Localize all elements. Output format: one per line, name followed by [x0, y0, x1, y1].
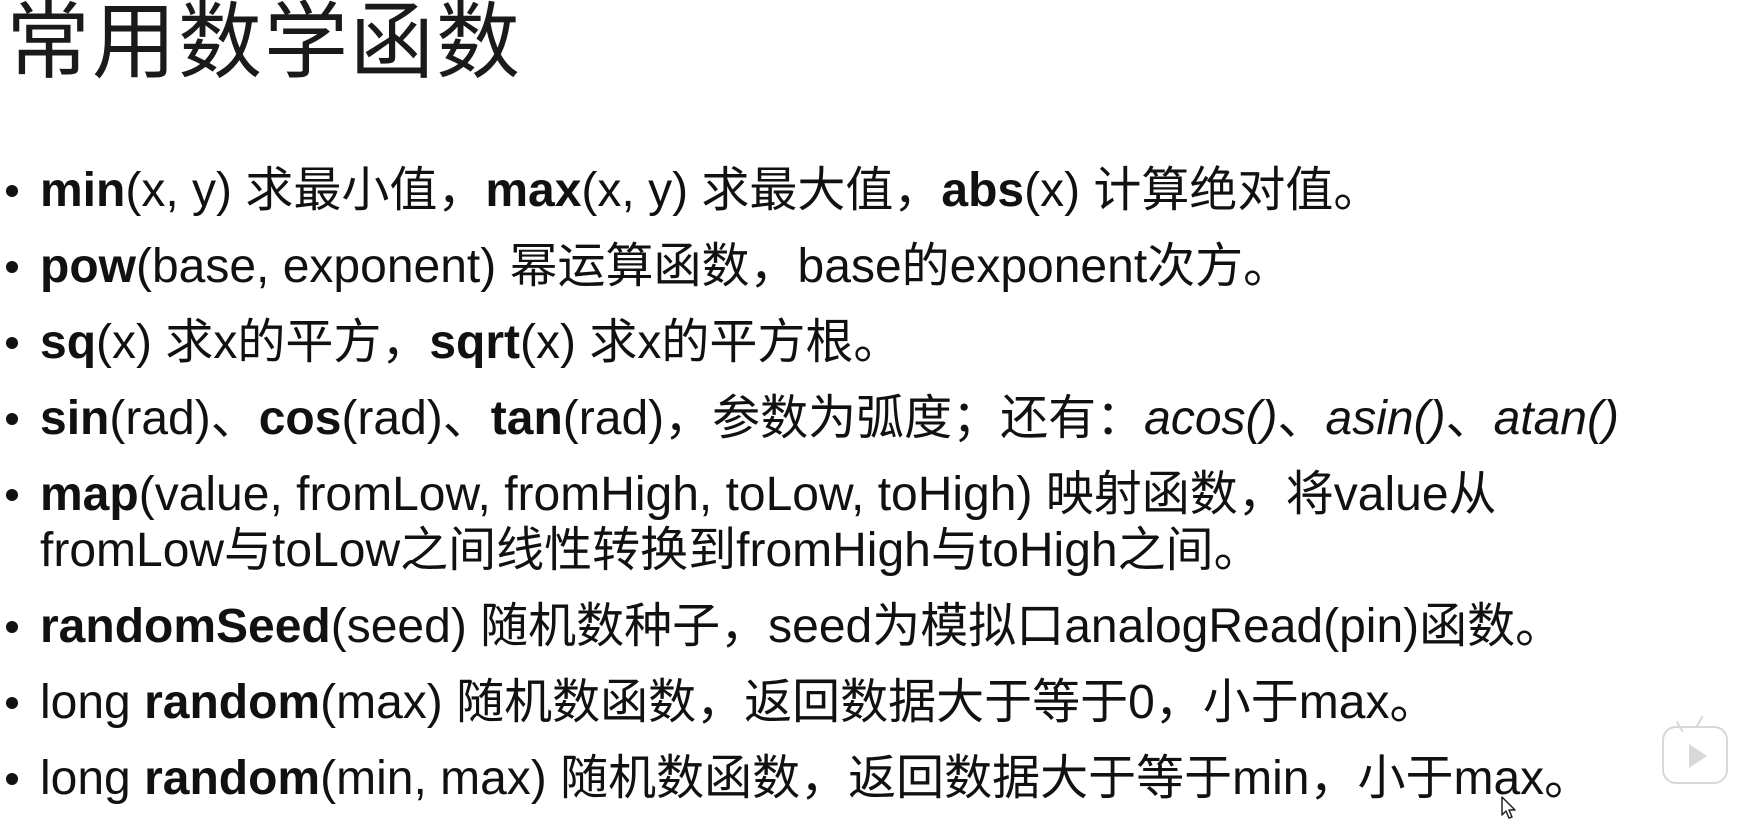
description-text: long — [40, 676, 145, 729]
list-item: sin(rad)、cos(rad)、tan(rad)，参数为弧度；还有：acos… — [0, 391, 1737, 447]
bullet-dot — [6, 489, 18, 501]
description-text: fromLow与toLow之间线性转换到fromHigh与toHigh之间。 — [40, 524, 1262, 577]
bullet-dot — [6, 413, 18, 425]
bullet-dot — [6, 773, 18, 785]
bullet-line: randomSeed(seed) 随机数种子，seed为模拟口analogRea… — [40, 599, 1737, 655]
function-name: min — [40, 164, 126, 217]
description-text: (x, y) 求最小值， — [125, 164, 486, 217]
function-name: sqrt — [429, 316, 521, 369]
function-name: cos — [258, 392, 342, 445]
function-name: abs — [941, 164, 1025, 217]
bullet-line: sin(rad)、cos(rad)、tan(rad)，参数为弧度；还有：acos… — [40, 391, 1737, 447]
description-text: (rad)、 — [341, 392, 491, 445]
bullet-dot — [6, 337, 18, 349]
description-text: 、 — [1445, 392, 1494, 445]
function-name: randomSeed — [40, 600, 331, 653]
play-triangle — [1689, 744, 1707, 768]
bullet-line: map(value, fromLow, fromHigh, toLow, toH… — [40, 467, 1737, 523]
function-name-italic: atan() — [1493, 392, 1619, 445]
bullet-dot — [6, 621, 18, 633]
function-name: random — [144, 752, 321, 805]
description-text: (min, max) 随机数函数，返回数据大于等于min，小于max。 — [320, 752, 1593, 805]
description-text: (value, fromLow, fromHigh, toLow, toHigh… — [138, 468, 1497, 521]
function-name: tan — [490, 392, 563, 445]
bullet-line: sq(x) 求x的平方，sqrt(x) 求x的平方根。 — [40, 315, 1737, 371]
bullet-line: long random(min, max) 随机数函数，返回数据大于等于min，… — [40, 751, 1737, 807]
description-text: (x) 求x的平方根。 — [520, 316, 902, 369]
bullet-dot — [6, 261, 18, 273]
function-name: map — [40, 468, 139, 521]
function-name-italic: acos() — [1144, 392, 1278, 445]
function-name: random — [144, 676, 321, 729]
bullet-line: fromLow与toLow之间线性转换到fromHigh与toHigh之间。 — [40, 523, 1737, 579]
mouse-cursor-icon — [1501, 796, 1516, 819]
function-name: sin — [40, 392, 110, 445]
list-item: randomSeed(seed) 随机数种子，seed为模拟口analogRea… — [0, 599, 1737, 655]
function-name: max — [485, 164, 582, 217]
description-text: (rad)，参数为弧度；还有： — [562, 392, 1145, 445]
bullet-line: pow(base, exponent) 幂运算函数，base的exponent次… — [40, 239, 1737, 295]
function-name: pow — [40, 240, 136, 293]
bullet-dot — [6, 697, 18, 709]
list-item: map(value, fromLow, fromHigh, toLow, toH… — [0, 467, 1737, 579]
description-text: (max) 随机数函数，返回数据大于等于0，小于max。 — [320, 676, 1438, 729]
function-name-italic: asin() — [1325, 392, 1446, 445]
slide-title: 常用数学函数 — [6, 0, 523, 89]
description-text: (x) 计算绝对值。 — [1024, 164, 1382, 217]
description-text: (x) 求x的平方， — [96, 316, 430, 369]
bullet-list: min(x, y) 求最小值，max(x, y) 求最大值，abs(x) 计算绝… — [0, 163, 1737, 827]
description-text: (seed) 随机数种子，seed为模拟口analogRead(pin)函数。 — [330, 600, 1564, 653]
list-item: min(x, y) 求最小值，max(x, y) 求最大值，abs(x) 计算绝… — [0, 163, 1737, 219]
description-text: (x, y) 求最大值， — [581, 164, 942, 217]
description-text: (base, exponent) 幂运算函数，base的exponent次方。 — [135, 240, 1292, 293]
list-item: pow(base, exponent) 幂运算函数，base的exponent次… — [0, 239, 1737, 295]
function-name: sq — [40, 316, 97, 369]
list-item: long random(max) 随机数函数，返回数据大于等于0，小于max。 — [0, 675, 1737, 731]
bullet-line: long random(max) 随机数函数，返回数据大于等于0，小于max。 — [40, 675, 1737, 731]
video-play-icon[interactable] — [1662, 715, 1728, 784]
list-item: long random(min, max) 随机数函数，返回数据大于等于min，… — [0, 751, 1737, 807]
list-item: sq(x) 求x的平方，sqrt(x) 求x的平方根。 — [0, 315, 1737, 371]
description-text: long — [40, 752, 145, 805]
bullet-dot — [6, 185, 18, 197]
bullet-line: min(x, y) 求最小值，max(x, y) 求最大值，abs(x) 计算绝… — [40, 163, 1737, 219]
description-text: (rad)、 — [109, 392, 259, 445]
description-text: 、 — [1277, 392, 1326, 445]
